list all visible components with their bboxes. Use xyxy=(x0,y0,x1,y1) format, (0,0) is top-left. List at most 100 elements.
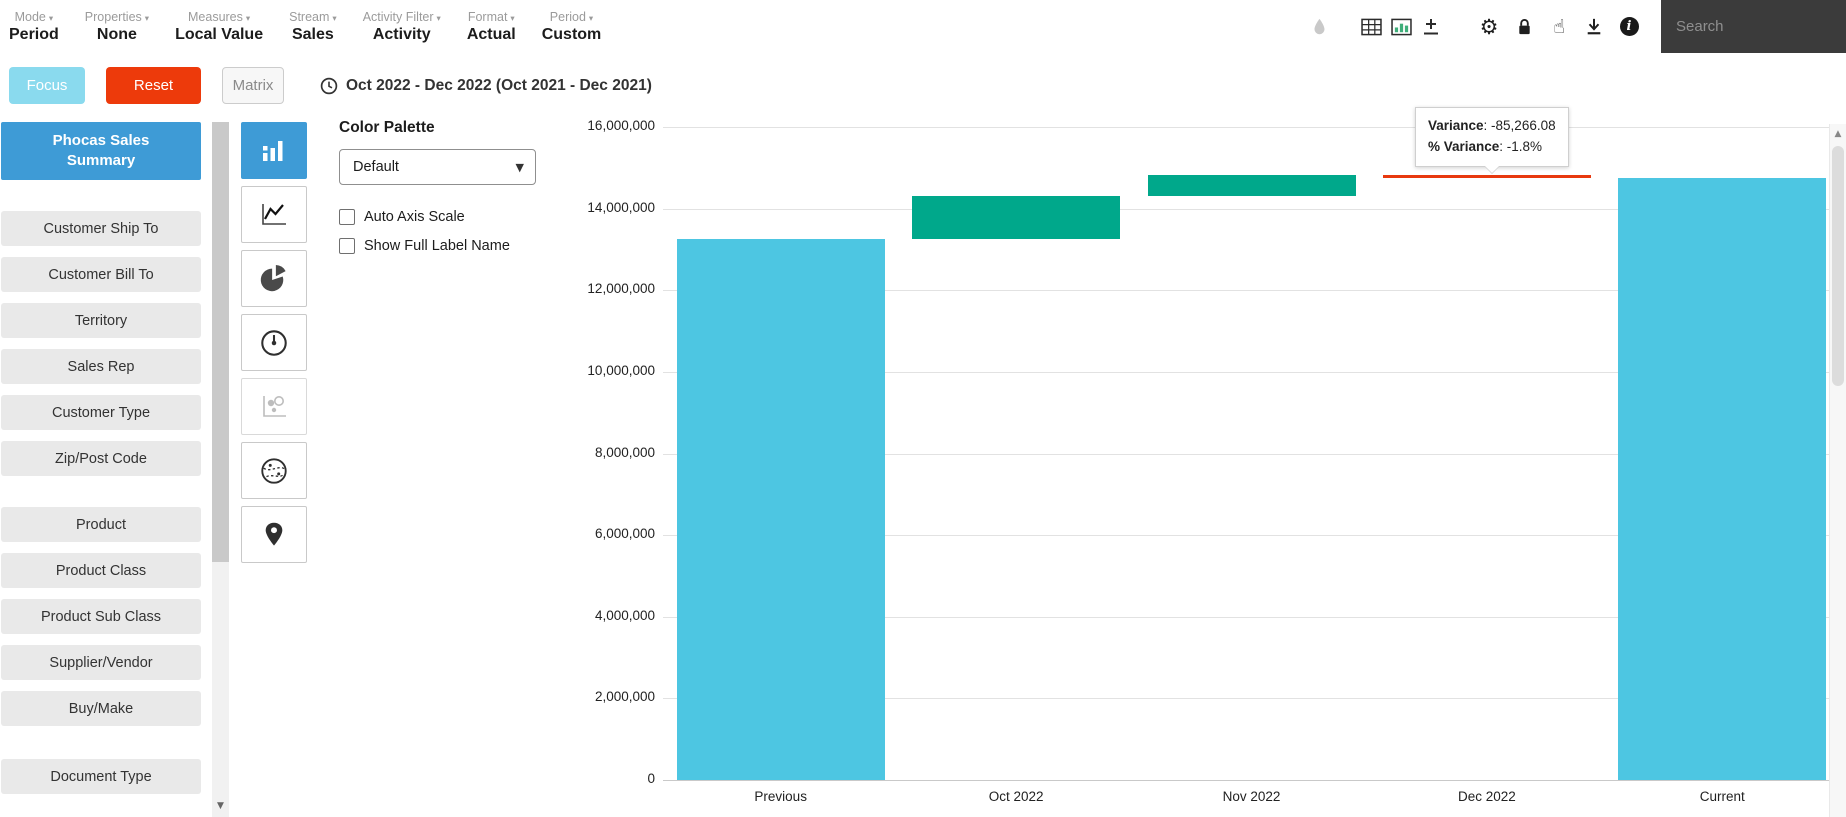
sidebar-item-sales-rep[interactable]: Sales Rep xyxy=(1,349,201,384)
sidebar-item-customer-bill-to[interactable]: Customer Bill To xyxy=(1,257,201,292)
menu-value: Actual xyxy=(467,26,516,44)
sidebar-title-line2: Summary xyxy=(67,151,135,171)
sidebar-item-customer-ship-to[interactable]: Customer Ship To xyxy=(1,211,201,246)
color-palette-value: Default xyxy=(353,159,399,175)
add-view-icon[interactable] xyxy=(1419,15,1443,39)
toolbar-menu-measures[interactable]: Measures▾ Local Value xyxy=(162,0,276,53)
chevron-down-icon: ▼ xyxy=(516,161,524,174)
sidebar-dimension-list: Customer Ship To Customer Bill To Territor… xyxy=(1,211,201,794)
waterfall-bar-previous[interactable] xyxy=(677,239,885,780)
globe-chart-type-button[interactable] xyxy=(241,442,307,499)
toolbar-menu-stream[interactable]: Stream▾ Sales xyxy=(276,0,350,53)
caret-down-icon: ▾ xyxy=(437,14,441,24)
y-tick-label: 2,000,000 xyxy=(505,689,655,704)
lock-icon[interactable] xyxy=(1512,15,1536,39)
y-tick-label: 0 xyxy=(505,771,655,786)
sidebar-item-territory[interactable]: Territory xyxy=(1,303,201,338)
sidebar-item-product-class[interactable]: Product Class xyxy=(1,553,201,588)
menu-label: Activity Filter▾ xyxy=(363,10,441,24)
matrix-button[interactable]: Matrix xyxy=(222,67,284,104)
sidebar-scrollbar-thumb[interactable] xyxy=(212,122,229,562)
caret-down-icon: ▾ xyxy=(246,14,250,24)
waterfall-bar-oct-2022[interactable] xyxy=(912,196,1120,239)
waterfall-bar-dec-2022[interactable] xyxy=(1383,175,1591,179)
sidebar-item-buy-make[interactable]: Buy/Make xyxy=(1,691,201,726)
toolbar-menu-mode[interactable]: Mode▾Period xyxy=(9,0,72,53)
sidebar-item-zip-post-code[interactable]: Zip/Post Code xyxy=(1,441,201,476)
gridline xyxy=(663,127,1846,128)
chart-view-icon[interactable] xyxy=(1389,15,1413,39)
x-tick-label: Previous xyxy=(681,789,881,804)
menu-value: Sales xyxy=(292,26,334,44)
y-tick-label: 14,000,000 xyxy=(505,200,655,215)
pie-chart-icon xyxy=(259,264,289,294)
download-icon[interactable] xyxy=(1582,15,1606,39)
map-chart-type-button[interactable] xyxy=(241,506,307,563)
auto-axis-checkbox[interactable] xyxy=(339,209,355,225)
top-toolbar: Mode▾PeriodProperties▾NoneMeasures▾Local… xyxy=(0,0,1846,53)
reset-button[interactable]: Reset xyxy=(106,67,201,104)
sidebar-item-supplier-vendor[interactable]: Supplier/Vendor xyxy=(1,645,201,680)
full-label-checkbox[interactable] xyxy=(339,238,355,254)
x-tick-label: Dec 2022 xyxy=(1387,789,1587,804)
y-tick-label: 6,000,000 xyxy=(505,526,655,541)
menu-label: Period▾ xyxy=(550,10,593,24)
page-scroll-up-button[interactable]: ▲ xyxy=(1830,124,1846,144)
toolbar-icons: ⚙ ☝ i xyxy=(1307,0,1846,53)
app-window: Mode▾PeriodProperties▾NoneMeasures▾Local… xyxy=(0,0,1846,817)
map-pin-icon xyxy=(260,520,288,550)
menu-label: Stream▾ xyxy=(289,10,337,24)
menu-value: Activity xyxy=(373,26,431,44)
pointer-hand-icon[interactable]: ☝ xyxy=(1547,15,1571,39)
y-tick-label: 16,000,000 xyxy=(505,118,655,133)
pie-chart-type-button[interactable] xyxy=(241,250,307,307)
caret-down-icon: ▾ xyxy=(510,14,514,24)
y-tick-label: 8,000,000 xyxy=(505,445,655,460)
page-scrollbar-thumb[interactable] xyxy=(1832,146,1844,386)
full-label-label: Show Full Label Name xyxy=(364,238,510,254)
full-label-row: Show Full Label Name xyxy=(339,237,510,254)
paint-droplet-icon[interactable] xyxy=(1307,15,1331,39)
gauge-chart-type-button[interactable] xyxy=(241,314,307,371)
toolbar-menu-period[interactable]: Period▾ Custom xyxy=(529,0,615,53)
globe-icon xyxy=(259,456,289,486)
focus-button[interactable]: Focus xyxy=(9,67,85,104)
gauge-icon xyxy=(259,328,289,358)
sidebar-title-line1: Phocas Sales xyxy=(53,131,150,151)
y-tick-label: 10,000,000 xyxy=(505,363,655,378)
bar-chart-type-button[interactable] xyxy=(241,122,307,179)
search-input[interactable] xyxy=(1661,0,1846,53)
period-title: Oct 2022 - Dec 2022 (Oct 2021 - Dec 2021… xyxy=(346,77,652,95)
waterfall-bar-nov-2022[interactable] xyxy=(1148,175,1356,197)
sidebar-item-document-type[interactable]: Document Type xyxy=(1,759,201,794)
line-chart-type-button[interactable] xyxy=(241,186,307,243)
menu-value: Local Value xyxy=(175,26,263,44)
sidebar-item-product[interactable]: Product xyxy=(1,507,201,542)
color-palette-select[interactable]: Default ▼ xyxy=(339,149,536,185)
sidebar-item-product-sub-class[interactable]: Product Sub Class xyxy=(1,599,201,634)
menu-value: Custom xyxy=(542,26,602,44)
sidebar-scrollbar[interactable]: ▼ xyxy=(212,122,229,817)
sidebar-database-title: Phocas Sales Summary xyxy=(1,122,201,180)
menu-value: Period xyxy=(9,26,59,44)
menu-label: Measures▾ xyxy=(188,10,250,24)
info-icon[interactable]: i xyxy=(1617,15,1641,39)
bubble-chart-icon xyxy=(258,393,290,420)
toolbar-menu-activity-filter[interactable]: Activity Filter▾ Activity xyxy=(350,0,454,53)
auto-axis-row: Auto Axis Scale xyxy=(339,208,465,225)
clock-icon xyxy=(320,77,338,95)
sidebar-scroll-down-button[interactable]: ▼ xyxy=(212,795,229,817)
grid-view-icon[interactable] xyxy=(1359,15,1383,39)
page-scrollbar[interactable]: ▲ xyxy=(1829,124,1846,817)
chart-tooltip: Variance: -85,266.08 % Variance: -1.8% xyxy=(1415,107,1569,167)
bubble-chart-type-button[interactable] xyxy=(241,378,307,435)
toolbar-menu-properties[interactable]: Properties▾None xyxy=(72,0,162,53)
caret-down-icon: ▾ xyxy=(49,14,53,24)
waterfall-bar-current[interactable] xyxy=(1618,178,1826,780)
toolbar-menu-format[interactable]: Format▾Actual xyxy=(454,0,529,53)
auto-axis-label: Auto Axis Scale xyxy=(364,209,465,225)
gear-icon[interactable]: ⚙ xyxy=(1477,15,1501,39)
caret-down-icon: ▾ xyxy=(332,14,336,24)
toolbar-menus: Mode▾PeriodProperties▾NoneMeasures▾Local… xyxy=(9,0,614,53)
sidebar-item-customer-type[interactable]: Customer Type xyxy=(1,395,201,430)
